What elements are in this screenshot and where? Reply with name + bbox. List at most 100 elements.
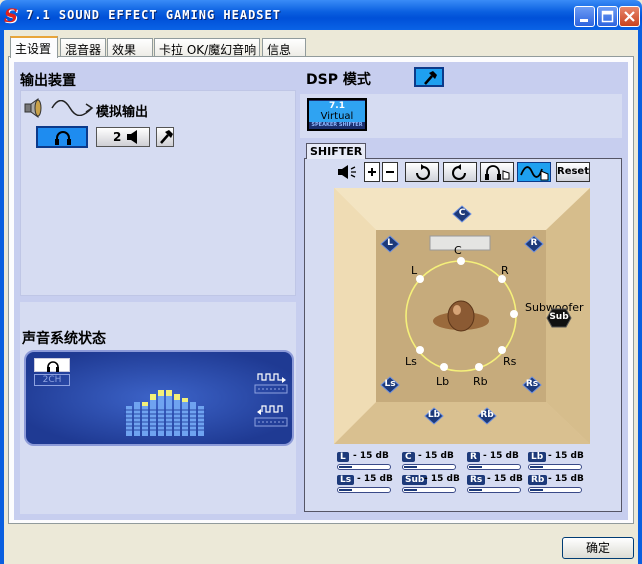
- virtual-badge-top: 7.1: [309, 101, 365, 111]
- tab-effects[interactable]: 效果: [107, 38, 153, 57]
- title-bar: S 7.1 SOUND EFFECT GAMING HEADSET: [0, 0, 642, 30]
- level-channel-r: R: [467, 452, 480, 462]
- speaker-badge-rs-label: Rs: [525, 379, 539, 389]
- speaker-badge-sub-label: Sub: [549, 312, 569, 322]
- speaker-badge-rs[interactable]: Rs: [522, 376, 542, 394]
- reset-button[interactable]: Reset: [556, 162, 590, 182]
- room-label-r: R: [501, 264, 509, 277]
- level-fill-sub: [404, 489, 417, 491]
- room-label-l: L: [411, 264, 418, 277]
- level-fill-rs: [469, 489, 482, 491]
- analog-output-label: 模拟输出: [96, 105, 149, 120]
- speaker-badge-l[interactable]: L: [380, 235, 400, 253]
- speaker-badge-c[interactable]: C: [452, 205, 472, 223]
- level-control-ls[interactable]: Ls - 15 dB: [337, 474, 397, 495]
- speaker-badge-ls-label: Ls: [384, 379, 396, 389]
- window-title: 7.1 SOUND EFFECT GAMING HEADSET: [26, 8, 281, 22]
- level-slider-ls[interactable]: [337, 487, 391, 493]
- speaker-badge-r[interactable]: R: [524, 235, 544, 253]
- close-button[interactable]: [619, 6, 640, 27]
- minimize-button[interactable]: [574, 6, 595, 27]
- headphone-status-icon: [34, 358, 70, 372]
- level-control-c[interactable]: C - 15 dB: [402, 451, 462, 472]
- level-value-r: - 15 dB: [483, 451, 519, 461]
- level-control-sub[interactable]: Sub - 15 dB: [402, 474, 462, 495]
- volume-icon[interactable]: [337, 164, 357, 180]
- level-value-rb: - 15 dB: [548, 474, 584, 484]
- system-status-display: 2CH: [24, 350, 294, 446]
- headphone-hand-icon: [485, 165, 510, 180]
- level-fill-l: [339, 466, 352, 468]
- level-control-r[interactable]: R - 15 dB: [467, 451, 527, 472]
- output-device-box: [20, 90, 296, 296]
- rotate-clockwise-button[interactable]: [405, 162, 439, 182]
- wave-mode-button[interactable]: [517, 162, 551, 182]
- hammer-icon: [158, 129, 174, 148]
- wave-hand-icon: [520, 166, 549, 181]
- speaker-badge-sub[interactable]: Sub: [546, 308, 572, 328]
- level-channel-rb: Rb: [528, 475, 548, 485]
- speaker-badge-rb-label: Rb: [480, 410, 494, 420]
- level-slider-c[interactable]: [402, 464, 456, 470]
- speaker-room: C L R Subwoofer Ls Rs Lb Rb C L R Ls Rs …: [334, 188, 590, 444]
- dsp-settings-button[interactable]: [414, 67, 444, 87]
- minimize-icon: [575, 7, 594, 26]
- tab-mixer[interactable]: 混音器: [60, 38, 106, 57]
- analog-wave-icon: [50, 99, 94, 117]
- output-settings-button[interactable]: [156, 127, 174, 147]
- signal-in-icon: [254, 404, 288, 428]
- level-channel-c: C: [402, 452, 415, 462]
- speaker-badge-c-label: C: [458, 208, 466, 218]
- tab-main-settings[interactable]: 主设置: [10, 36, 58, 58]
- speaker-count: 2: [113, 130, 122, 144]
- speaker-badge-r-label: R: [530, 238, 538, 248]
- level-value-c: - 15 dB: [418, 451, 454, 461]
- speaker-output-button[interactable]: 2: [96, 127, 150, 147]
- room-label-ls: Ls: [405, 355, 417, 368]
- level-slider-rs[interactable]: [467, 487, 521, 493]
- level-slider-sub[interactable]: [402, 487, 456, 493]
- headphone-icon: [54, 129, 72, 149]
- level-value-rs: - 15 dB: [487, 474, 523, 484]
- headphone-mode-button[interactable]: [480, 162, 514, 182]
- level-fill-lb: [530, 466, 543, 468]
- dsp-mode-heading: DSP 模式: [306, 72, 371, 88]
- level-slider-lb[interactable]: [528, 464, 582, 470]
- output-device-heading: 输出装置: [20, 73, 76, 89]
- shifter-tab[interactable]: SHIFTER: [306, 143, 366, 159]
- zoom-out-button[interactable]: [382, 162, 398, 182]
- virtual-shifter-badge[interactable]: 7.1 Virtual SPEAKER SHIFTER: [307, 98, 367, 131]
- level-fill-rb: [530, 489, 543, 491]
- level-control-l[interactable]: L - 15 dB: [337, 451, 397, 472]
- speaker-badge-l-label: L: [387, 238, 393, 248]
- speaker-badge-lb[interactable]: Lb: [424, 407, 444, 425]
- level-fill-r: [469, 466, 482, 468]
- room-label-rb: Rb: [473, 375, 488, 388]
- close-icon: [620, 7, 639, 26]
- level-control-rs[interactable]: Rs - 15 dB: [467, 474, 527, 495]
- level-value-ls: - 15 dB: [357, 474, 393, 484]
- room-label-c: C: [454, 244, 462, 257]
- level-slider-l[interactable]: [337, 464, 391, 470]
- speaker-small-icon: [126, 130, 142, 147]
- level-fill-ls: [339, 489, 352, 491]
- maximize-button[interactable]: [597, 6, 618, 27]
- level-control-lb[interactable]: Lb - 15 dB: [528, 451, 588, 472]
- ok-button[interactable]: 确定: [562, 537, 634, 559]
- virtual-badge-bottom: SPEAKER SHIFTER: [311, 122, 363, 128]
- level-channel-ls: Ls: [337, 475, 355, 485]
- speaker-badge-ls[interactable]: Ls: [380, 376, 400, 394]
- channel-label: 2CH: [34, 374, 70, 386]
- tab-info[interactable]: 信息: [262, 38, 306, 57]
- level-slider-r[interactable]: [467, 464, 521, 470]
- level-channel-rs: Rs: [467, 475, 486, 485]
- level-value-l: - 15 dB: [353, 451, 389, 461]
- level-control-rb[interactable]: Rb - 15 dB: [528, 474, 588, 495]
- tab-karaoke[interactable]: 卡拉 OK/魔幻音响: [154, 38, 260, 57]
- speaker-badge-rb[interactable]: Rb: [477, 407, 497, 425]
- hammer-icon: [422, 70, 438, 89]
- zoom-in-button[interactable]: [364, 162, 380, 182]
- rotate-counterclockwise-button[interactable]: [443, 162, 477, 182]
- level-slider-rb[interactable]: [528, 487, 582, 493]
- headphone-output-button[interactable]: [36, 126, 88, 148]
